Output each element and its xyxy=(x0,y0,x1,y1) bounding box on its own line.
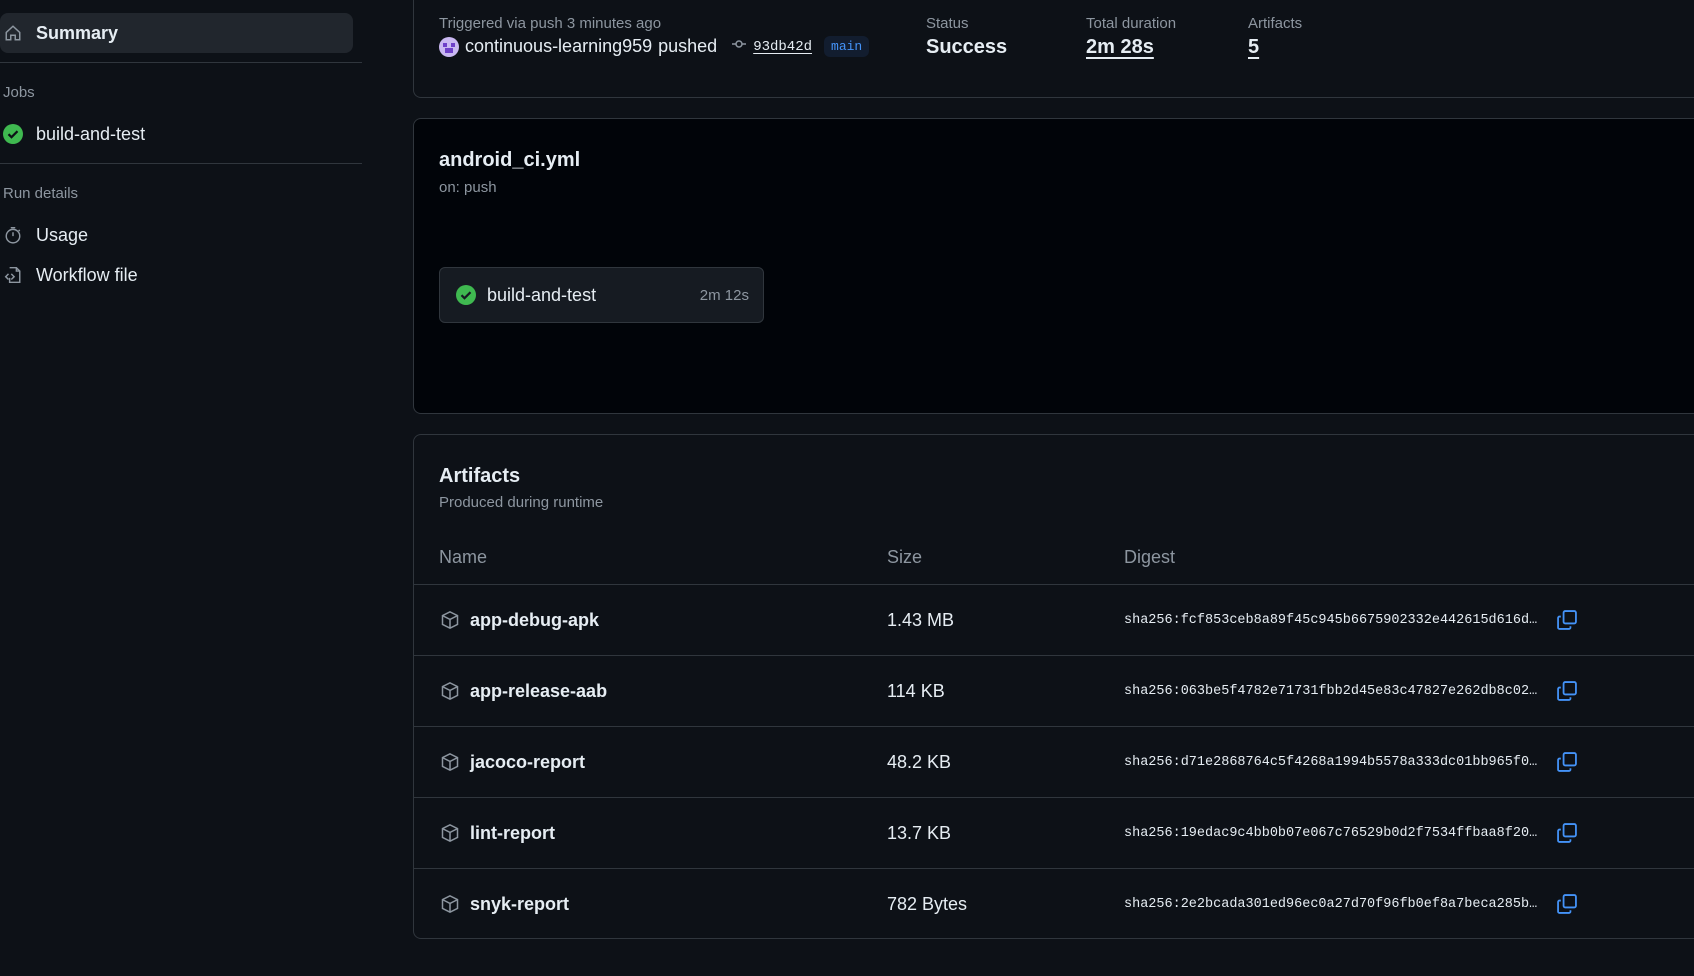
sidebar-item-workflow-file[interactable]: Workflow file xyxy=(0,255,138,295)
avatar[interactable] xyxy=(439,36,459,57)
run-details-heading: Run details xyxy=(3,185,79,202)
copy-icon[interactable] xyxy=(1556,656,1578,726)
sidebar-item-summary[interactable]: Summary xyxy=(0,13,353,53)
table-row: app-release-aab 114 KB sha256:063be5f478… xyxy=(414,655,1694,726)
stopwatch-icon xyxy=(2,224,24,246)
copy-icon[interactable] xyxy=(1556,727,1578,797)
artifact-name: app-release-aab xyxy=(470,680,608,701)
artifact-name: snyk-report xyxy=(470,893,570,914)
artifact-name-cell[interactable]: snyk-report xyxy=(439,869,569,939)
copy-icon[interactable] xyxy=(1556,869,1578,939)
package-icon xyxy=(439,680,461,702)
column-header-digest: Digest xyxy=(1124,547,1176,567)
table-row: jacoco-report 48.2 KB sha256:d71e2868764… xyxy=(414,726,1694,797)
job-node-build-and-test[interactable]: build-and-test 2m 12s xyxy=(439,267,764,323)
artifact-size: 13.7 KB xyxy=(887,822,952,843)
trigger-text: Triggered via push 3 minutes ago xyxy=(439,15,662,32)
artifacts-title: Artifacts xyxy=(439,465,521,487)
file-code-icon xyxy=(2,264,24,286)
artifact-digest: sha256:d71e2868764c5f4268a1994b5578a333d… xyxy=(1124,754,1538,770)
artifacts-count[interactable]: 5 xyxy=(1248,36,1259,59)
sidebar-item-usage[interactable]: Usage xyxy=(0,215,88,255)
run-summary-card: Triggered via push 3 minutes ago continu… xyxy=(413,0,1694,98)
sidebar-item-label: Workflow file xyxy=(36,264,138,285)
table-row: app-debug-apk 1.43 MB sha256:fcf853ceb8a… xyxy=(414,584,1694,655)
commit-sha[interactable]: 93db42d xyxy=(753,39,812,55)
artifact-size: 114 KB xyxy=(887,680,945,701)
sidebar: Summary Jobs build-and-test Run details … xyxy=(0,0,362,976)
artifact-name-cell[interactable]: lint-report xyxy=(439,798,555,868)
check-circle-icon xyxy=(2,123,24,145)
artifact-name: lint-report xyxy=(470,822,555,843)
workflow-graph-card: android_ci.yml on: push build-and-test 2… xyxy=(413,118,1694,414)
package-icon xyxy=(439,893,461,915)
status-value: Success xyxy=(926,36,1008,58)
artifact-size: 48.2 KB xyxy=(887,751,952,772)
package-icon xyxy=(439,822,461,844)
artifact-name-cell[interactable]: app-debug-apk xyxy=(439,585,599,655)
artifact-digest: sha256:fcf853ceb8a89f45c945b6675902332e4… xyxy=(1124,612,1538,628)
status-label: Status xyxy=(926,15,969,32)
artifact-digest: sha256:063be5f4782e71731fbb2d45e83c47827… xyxy=(1124,683,1538,699)
artifacts-subtitle: Produced during runtime xyxy=(439,494,604,511)
package-icon xyxy=(439,751,461,773)
duration-label: Total duration xyxy=(1086,15,1177,32)
actor-name[interactable]: continuous-learning959 xyxy=(465,36,652,57)
artifact-name: app-debug-apk xyxy=(470,609,599,630)
job-duration: 2m 12s xyxy=(699,286,749,304)
home-icon xyxy=(2,22,24,44)
artifact-digest: sha256:19edac9c4bb0b07e067c76529b0d2f753… xyxy=(1124,825,1538,841)
jobs-heading: Jobs xyxy=(3,84,35,101)
package-icon xyxy=(439,609,461,631)
push-info: continuous-learning959 pushed 93db42d ma… xyxy=(439,36,870,57)
column-header-size: Size xyxy=(887,547,923,567)
commit-icon xyxy=(731,36,747,57)
artifacts-card: Artifacts Produced during runtime Name S… xyxy=(413,434,1694,939)
sidebar-item-label: Usage xyxy=(36,224,89,245)
duration-value[interactable]: 2m 28s xyxy=(1086,36,1154,59)
copy-icon[interactable] xyxy=(1556,585,1578,655)
artifact-name-cell[interactable]: jacoco-report xyxy=(439,727,585,797)
table-row: lint-report 13.7 KB sha256:19edac9c4bb0b… xyxy=(414,797,1694,868)
sidebar-item-label: Summary xyxy=(36,22,119,43)
copy-icon[interactable] xyxy=(1556,798,1578,868)
workflow-file-name[interactable]: android_ci.yml xyxy=(439,149,580,172)
column-header-name: Name xyxy=(439,547,488,567)
artifacts-label: Artifacts xyxy=(1248,15,1303,32)
push-action: pushed xyxy=(658,36,718,56)
divider xyxy=(0,62,362,63)
artifact-size: 782 Bytes xyxy=(887,893,968,914)
job-name: build-and-test xyxy=(487,284,597,305)
table-row: snyk-report 782 Bytes sha256:2e2bcada301… xyxy=(414,868,1694,939)
sidebar-item-build-and-test[interactable]: build-and-test xyxy=(0,114,145,154)
workflow-trigger: on: push xyxy=(439,179,497,196)
branch-tag[interactable]: main xyxy=(824,36,870,57)
artifact-digest: sha256:2e2bcada301ed96ec0a27d70f96fb0ef8… xyxy=(1124,896,1538,912)
check-circle-icon xyxy=(455,284,477,306)
artifact-name-cell[interactable]: app-release-aab xyxy=(439,656,607,726)
divider xyxy=(0,163,362,164)
artifact-size: 1.43 MB xyxy=(887,609,955,630)
sidebar-item-label: build-and-test xyxy=(36,123,146,144)
artifact-name: jacoco-report xyxy=(470,751,586,772)
